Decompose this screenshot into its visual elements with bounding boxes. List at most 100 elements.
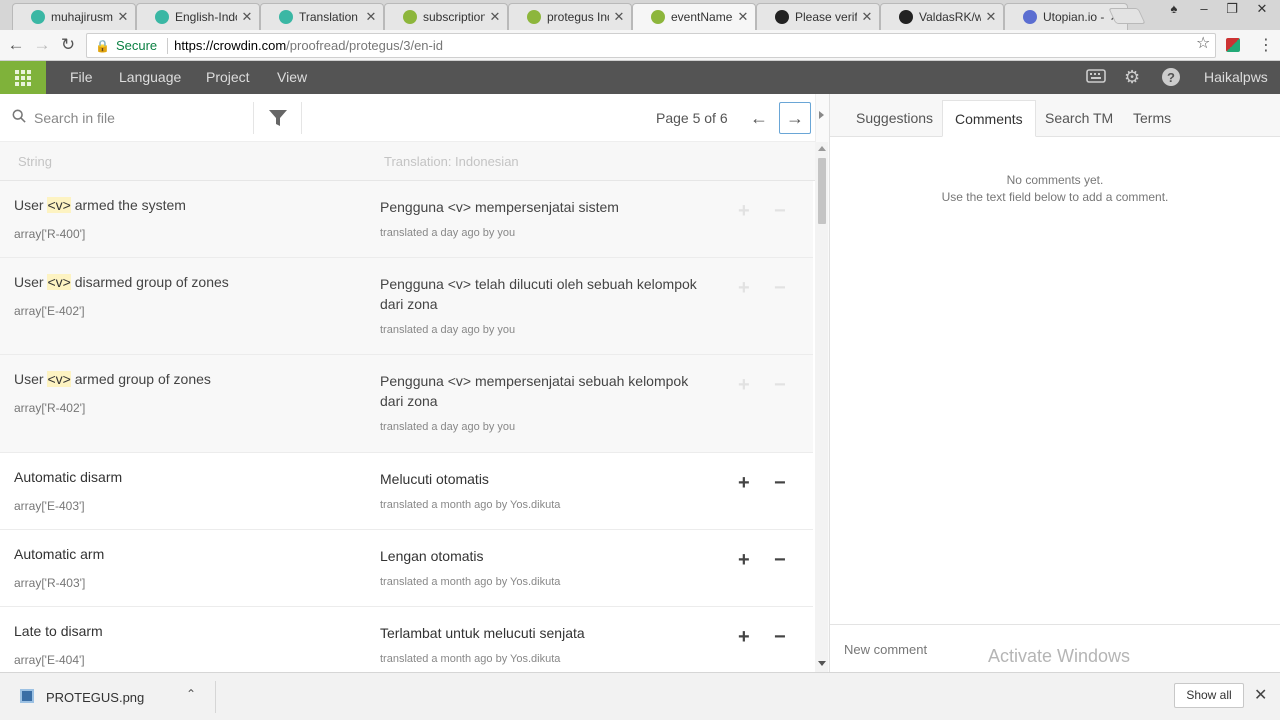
vote-down-minus-icon[interactable]: − bbox=[774, 550, 786, 570]
page-indicator: Page 5 of 6 bbox=[656, 110, 728, 126]
download-item[interactable]: PROTEGUS.png ⌃ bbox=[12, 681, 216, 713]
table-row[interactable]: Automatic arm array['R-403'] Lengan otomat… bbox=[0, 530, 813, 607]
vote-up-plus-icon[interactable]: + bbox=[738, 201, 750, 221]
string-key: array['E-404'] bbox=[14, 653, 85, 667]
url-omnibox[interactable]: 🔒 Secure https://crowdin.com/proofread/p… bbox=[86, 33, 1216, 58]
tab-title: eventNames bbox=[671, 10, 733, 24]
table-row[interactable]: Late to disarm array['E-404'] Terlambat un… bbox=[0, 607, 813, 672]
extension-icon[interactable] bbox=[1226, 38, 1240, 52]
reload-icon[interactable]: ↻ bbox=[58, 35, 78, 55]
translation-meta: translated a day ago by you bbox=[380, 227, 516, 239]
vote-up-plus-icon[interactable]: + bbox=[738, 473, 750, 493]
menu-language[interactable]: Language bbox=[119, 69, 181, 85]
tab-close-icon[interactable]: ✕ bbox=[985, 9, 997, 25]
vote-down-minus-icon[interactable]: − bbox=[774, 201, 786, 221]
browser-tab[interactable]: English-Indo ✕ bbox=[136, 3, 260, 30]
scroll-down-arrow-icon[interactable] bbox=[818, 661, 826, 666]
username[interactable]: Haikalpws bbox=[1204, 69, 1268, 85]
vote-down-minus-icon[interactable]: − bbox=[774, 627, 786, 647]
forward-arrow-icon[interactable]: → bbox=[32, 35, 52, 55]
tab-title: Utopian.io - bbox=[1043, 10, 1105, 24]
scroll-up-arrow-icon[interactable] bbox=[818, 146, 826, 151]
apps-grid-button[interactable] bbox=[0, 61, 46, 94]
translation-text[interactable]: Terlambat untuk melucuti senjata bbox=[380, 623, 710, 643]
tab-suggestions[interactable]: Suggestions bbox=[844, 100, 945, 137]
table-row[interactable]: User <v> armed the system array['R-400'] P… bbox=[0, 181, 813, 258]
vote-up-plus-icon[interactable]: + bbox=[738, 550, 750, 570]
crowdin-icon bbox=[155, 10, 169, 24]
tab-close-icon[interactable]: ✕ bbox=[117, 9, 129, 25]
utopian-icon bbox=[1023, 10, 1037, 24]
browser-tab[interactable]: Please verify ✕ bbox=[756, 3, 880, 30]
tab-close-icon[interactable]: ✕ bbox=[613, 9, 625, 25]
table-row[interactable]: User <v> armed group of zones array['R-40… bbox=[0, 355, 813, 453]
browser-menu-icon[interactable]: ⋮ bbox=[1258, 35, 1274, 55]
close-window-icon[interactable]: ✕ bbox=[1248, 0, 1276, 20]
table-row[interactable]: Automatic disarm array['E-403'] Melucuti o… bbox=[0, 453, 813, 530]
vote-down-minus-icon[interactable]: − bbox=[774, 375, 786, 395]
tab-close-icon[interactable]: ✕ bbox=[737, 9, 749, 25]
show-all-button[interactable]: Show all bbox=[1174, 683, 1244, 708]
minimize-icon[interactable]: – bbox=[1190, 0, 1218, 20]
menu-project[interactable]: Project bbox=[206, 69, 250, 85]
tab-close-icon[interactable]: ✕ bbox=[861, 9, 873, 25]
menu-file[interactable]: File bbox=[70, 69, 93, 85]
browser-tab[interactable]: ValdasRK/we ✕ bbox=[880, 3, 1004, 30]
back-arrow-icon[interactable]: ← bbox=[6, 35, 26, 55]
menu-view[interactable]: View bbox=[277, 69, 307, 85]
browser-tab[interactable]: eventNames ✕ bbox=[632, 3, 756, 30]
tab-close-icon[interactable]: ✕ bbox=[365, 9, 377, 25]
close-icon[interactable]: ✕ bbox=[1254, 685, 1267, 705]
source-text: Late to disarm bbox=[14, 623, 103, 639]
table-row[interactable]: User <v> disarmed group of zones array['E… bbox=[0, 258, 813, 355]
secure-label: Secure bbox=[115, 38, 158, 53]
download-bar: PROTEGUS.png ⌃ Show all ✕ bbox=[0, 672, 1280, 720]
vote-up-plus-icon[interactable]: + bbox=[738, 278, 750, 298]
empty-comments-line1: No comments yet. bbox=[1006, 173, 1104, 187]
translation-text[interactable]: Pengguna <v> mempersenjatai sistem bbox=[380, 197, 710, 217]
vote-down-minus-icon[interactable]: − bbox=[774, 473, 786, 493]
restore-icon[interactable]: ❐ bbox=[1218, 0, 1246, 20]
side-panel: Suggestions Comments Search TM Terms No … bbox=[830, 94, 1280, 672]
browser-tab[interactable]: protegus Ind ✕ bbox=[508, 3, 632, 30]
tab-comments[interactable]: Comments bbox=[942, 100, 1036, 137]
chevron-up-icon[interactable]: ⌃ bbox=[186, 687, 196, 701]
keyboard-icon[interactable] bbox=[1086, 67, 1106, 90]
translation-text[interactable]: Melucuti otomatis bbox=[380, 469, 710, 489]
gear-icon[interactable]: ⚙ bbox=[1124, 67, 1140, 88]
vote-down-minus-icon[interactable]: − bbox=[774, 278, 786, 298]
previous-page-arrow-icon[interactable]: ← bbox=[746, 105, 772, 131]
browser-tab[interactable]: subscription ✕ bbox=[384, 3, 508, 30]
new-comment-input[interactable] bbox=[844, 639, 1264, 659]
browser-tab[interactable]: Translation ✕ bbox=[260, 3, 384, 30]
translation-text[interactable]: Pengguna <v> telah dilucuti oleh sebuah … bbox=[380, 274, 710, 314]
new-tab-button[interactable] bbox=[1108, 8, 1146, 24]
source-text: User bbox=[14, 274, 48, 290]
tab-close-icon[interactable]: ✕ bbox=[489, 9, 501, 25]
tab-close-icon[interactable]: ✕ bbox=[241, 9, 253, 25]
scroll-thumb[interactable] bbox=[818, 158, 826, 224]
browser-tab-strip: muhajirusma ✕ English-Indo ✕ Translation ✕ sub… bbox=[0, 0, 1280, 30]
browser-tab[interactable]: muhajirusma ✕ bbox=[12, 3, 136, 30]
next-page-arrow-icon[interactable]: → bbox=[779, 102, 811, 134]
vote-up-plus-icon[interactable]: + bbox=[738, 627, 750, 647]
tab-title: muhajirusma bbox=[51, 10, 113, 24]
vote-up-plus-icon[interactable]: + bbox=[738, 375, 750, 395]
comment-box bbox=[830, 624, 1280, 672]
source-string: Automatic arm bbox=[14, 546, 104, 562]
translation-text[interactable]: Lengan otomatis bbox=[380, 546, 710, 566]
tab-search-tm[interactable]: Search TM bbox=[1033, 100, 1125, 137]
tab-title: ValdasRK/we bbox=[919, 10, 981, 24]
filter-icon[interactable] bbox=[268, 108, 288, 128]
source-string: User <v> disarmed group of zones bbox=[14, 274, 229, 290]
help-icon[interactable]: ? bbox=[1161, 67, 1181, 92]
translation-text[interactable]: Pengguna <v> mempersenjatai sebuah kelom… bbox=[380, 371, 710, 411]
tab-title: Translation bbox=[299, 10, 358, 24]
search-input[interactable] bbox=[34, 108, 244, 128]
list-scrollbar[interactable] bbox=[815, 142, 828, 672]
source-text: User bbox=[14, 197, 48, 213]
bookmark-star-icon[interactable]: ☆ bbox=[1196, 33, 1210, 53]
user-profile-icon[interactable]: ♠ bbox=[1160, 0, 1188, 20]
string-key: array['R-400'] bbox=[14, 227, 86, 241]
tab-terms[interactable]: Terms bbox=[1121, 100, 1183, 137]
